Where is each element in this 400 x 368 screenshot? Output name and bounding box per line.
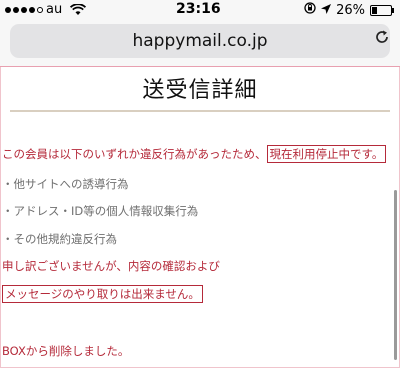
apology-line-2-wrap: メッセージのやり取りは出来ません。 (2, 285, 203, 303)
battery-icon (370, 4, 394, 16)
wifi-icon (69, 3, 87, 20)
clock-time: 23:16 (176, 1, 221, 17)
deleted-notice: BOXから削除しました。 (2, 344, 130, 358)
address-bar[interactable]: happymail.co.jp (10, 24, 390, 58)
page-top-border (0, 66, 400, 67)
apology-text: 申し訳ございませんが、内容の確認および (2, 259, 220, 273)
status-bar: au 23:16 26% (0, 0, 400, 20)
location-arrow-icon (321, 3, 332, 18)
url-text: happymail.co.jp (132, 31, 268, 51)
reload-icon[interactable] (374, 29, 390, 49)
battery-percentage: 26% (336, 2, 365, 18)
browser-toolbar: happymail.co.jp (0, 20, 400, 66)
carrier-label: au (46, 2, 63, 17)
title-divider (10, 110, 390, 112)
scrollbar[interactable] (394, 190, 397, 360)
no-messaging-box: メッセージのやり取りは出来ません。 (2, 285, 203, 303)
violation-item: ・アドレス・ID等の個人情報収集行為 (2, 204, 199, 218)
orientation-lock-icon (304, 2, 316, 18)
suspended-status-box: 現在利用停止中です。 (266, 145, 387, 163)
violation-item: ・その他規約違反行為 (2, 232, 117, 246)
signal-strength-icon (5, 7, 43, 13)
violation-item: ・他サイトへの誘導行為 (2, 177, 129, 191)
suspension-notice-text: この会員は以下のいずれか違反行為があったため、 (2, 147, 267, 161)
suspension-notice: この会員は以下のいずれか違反行為があったため、 現在利用停止中です。 (2, 145, 387, 163)
page-title: 送受信詳細 (142, 78, 258, 103)
